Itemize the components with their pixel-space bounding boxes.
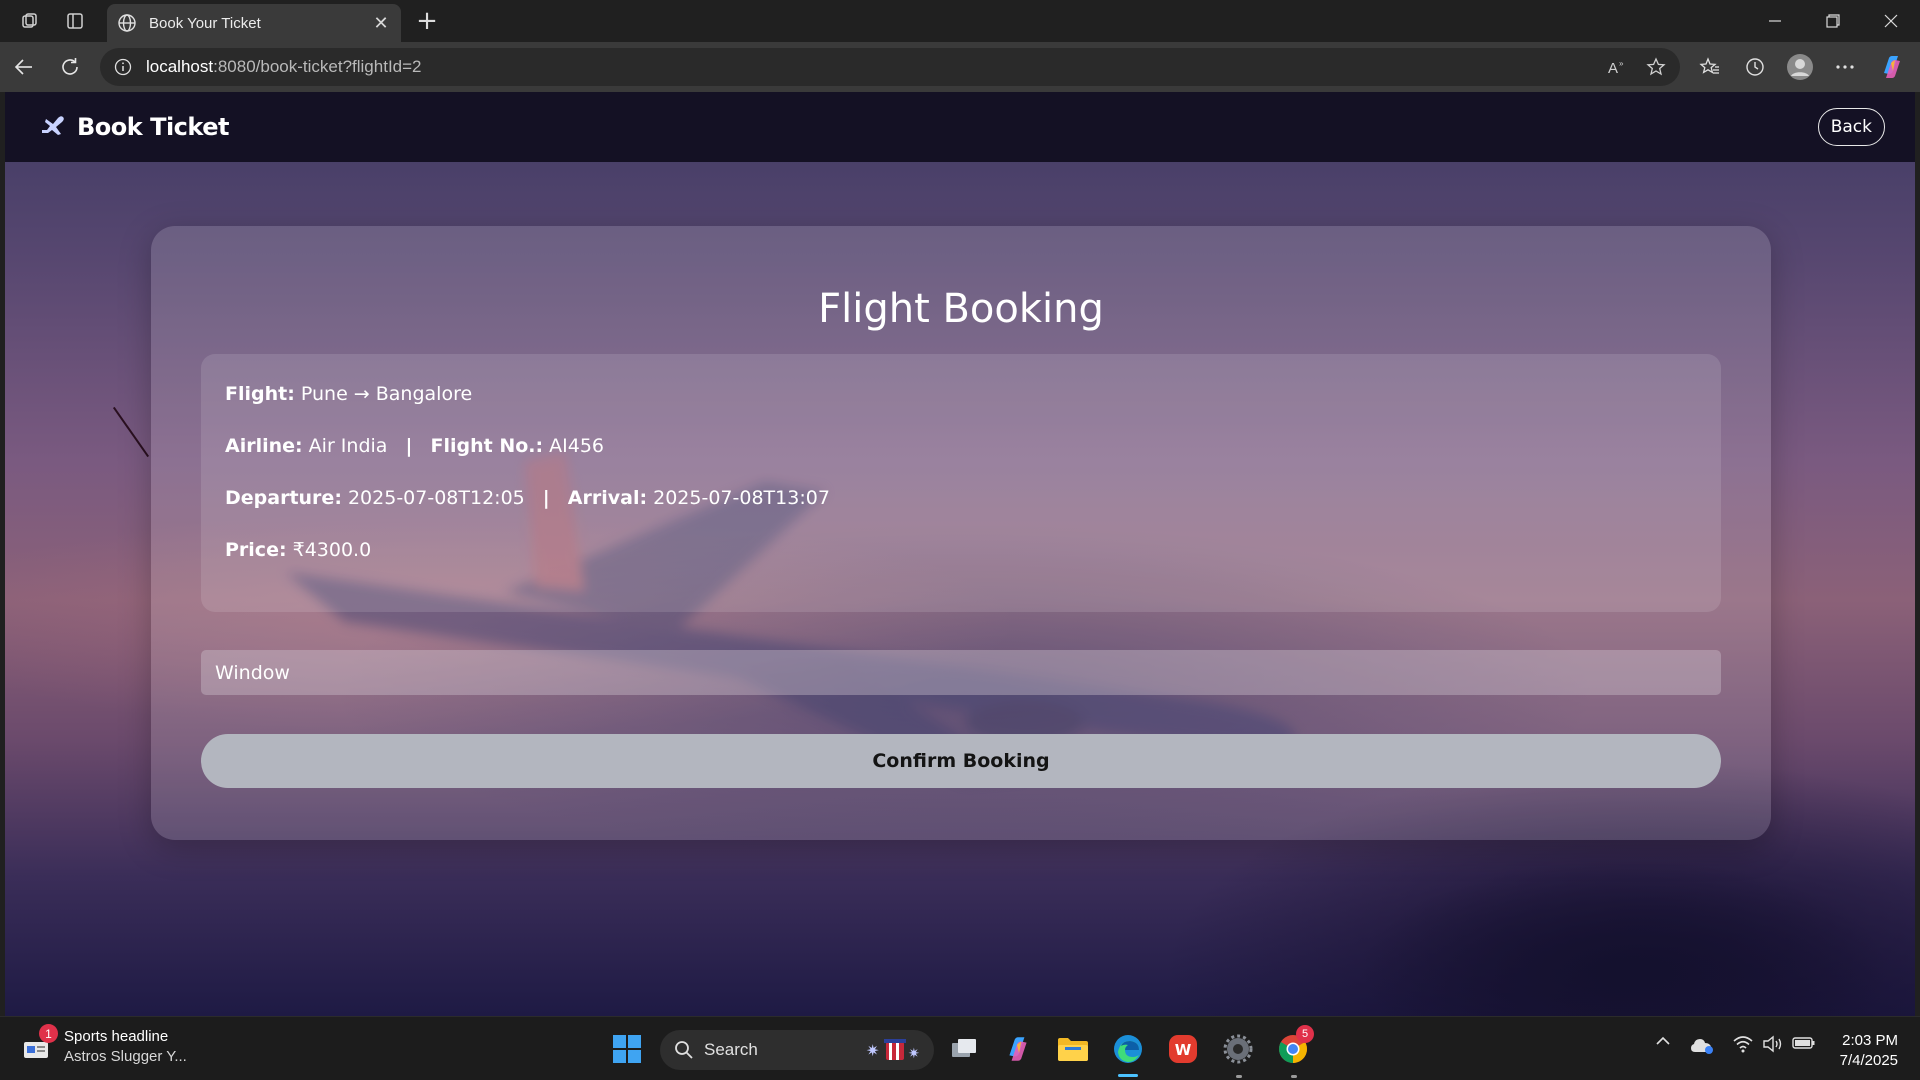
separator: |	[405, 435, 413, 457]
onedrive-cloud-icon[interactable]	[1690, 1037, 1714, 1055]
url-path: :8080/book-ticket?flightId=2	[213, 57, 422, 76]
tab-book-your-ticket[interactable]: Book Your Ticket ✕	[107, 4, 401, 42]
task-view-icon[interactable]	[944, 1029, 984, 1069]
file-explorer-icon[interactable]	[1053, 1029, 1093, 1069]
chrome-notification-badge: 5	[1296, 1025, 1314, 1043]
news-subtitle: Astros Slugger Y...	[64, 1048, 187, 1065]
tab-title: Book Your Ticket	[149, 14, 261, 32]
svg-text:✷: ✷	[908, 1046, 920, 1062]
flight-label: Flight:	[225, 383, 295, 405]
booking-card: Flight Booking Flight: Pune → Bangalore …	[151, 226, 1771, 840]
clock-time: 2:03 PM	[1842, 1032, 1898, 1049]
news-widget[interactable]: 1 Sports headline Astros Slugger Y...	[22, 1024, 187, 1067]
departure-label: Departure:	[225, 487, 342, 509]
search-highlight-icon: ✷ ✷	[866, 1039, 920, 1062]
vertical-tabs-icon[interactable]	[53, 0, 97, 42]
svg-text:»: »	[1619, 59, 1624, 68]
search-label: Search	[704, 1040, 758, 1059]
copilot-taskbar-icon[interactable]	[998, 1029, 1038, 1069]
clock-date: 7/4/2025	[1839, 1052, 1898, 1069]
close-window-icon[interactable]	[1862, 0, 1920, 42]
windows-start-icon[interactable]	[607, 1029, 647, 1069]
browser-tabbar: Book Your Ticket ✕ +	[0, 0, 1920, 42]
wifi-icon[interactable]	[1732, 1035, 1754, 1053]
edge-browser-icon[interactable]	[1108, 1029, 1148, 1069]
minimize-icon[interactable]	[1746, 0, 1804, 42]
chrome-browser-icon[interactable]: 5	[1273, 1025, 1314, 1069]
settings-gear-icon[interactable]	[1218, 1029, 1258, 1069]
brand-title: Book Ticket	[77, 113, 229, 141]
seat-preference-select[interactable]: Window	[201, 650, 1721, 695]
chrome-open-indicator	[1291, 1075, 1297, 1078]
arrival-value: 2025-07-08T13:07	[653, 487, 830, 509]
news-badge: 1	[39, 1024, 58, 1043]
flight-no-label: Flight No.:	[430, 435, 544, 457]
wps-office-icon[interactable]: W	[1163, 1029, 1203, 1069]
windows-taskbar: 1 Sports headline Astros Slugger Y... Se…	[0, 1016, 1920, 1080]
search-icon	[675, 1041, 693, 1059]
settings-open-indicator	[1236, 1075, 1242, 1078]
page-title: Flight Booking	[818, 286, 1104, 332]
app-navbar: Book Ticket Back	[5, 92, 1915, 162]
confirm-booking-button[interactable]: Confirm Booking	[201, 734, 1721, 788]
close-tab-icon[interactable]: ✕	[371, 13, 391, 34]
airline-label: Airline:	[225, 435, 303, 457]
price-line: Price: ₹4300.0	[225, 538, 1697, 590]
site-info-icon[interactable]	[112, 58, 134, 76]
brand[interactable]: Book Ticket	[39, 113, 229, 141]
url-host: localhost	[146, 57, 214, 76]
browser-toolbar: localhost:8080/book-ticket?flightId=2 A»	[0, 42, 1920, 92]
globe-icon	[117, 13, 137, 33]
svg-text:W: W	[1175, 1041, 1192, 1059]
battery-icon[interactable]	[1792, 1035, 1816, 1051]
flight-route-value: Pune → Bangalore	[300, 383, 473, 405]
system-clock[interactable]: 2:03 PM 7/4/2025	[1840, 1031, 1898, 1071]
more-options-icon[interactable]	[1825, 47, 1865, 87]
volume-icon[interactable]	[1762, 1035, 1784, 1053]
price-label: Price:	[225, 539, 287, 561]
restore-icon[interactable]	[1804, 0, 1862, 42]
airline-line: Airline: Air India | Flight No.: AI456	[225, 434, 1697, 486]
price-value: ₹4300.0	[292, 539, 372, 561]
flight-details-panel: Flight: Pune → Bangalore Airline: Air In…	[201, 354, 1721, 612]
show-hidden-icons-chevron-icon[interactable]	[1654, 1035, 1672, 1047]
news-widget-icon: 1	[22, 1024, 58, 1062]
favorite-star-icon[interactable]	[1638, 48, 1674, 86]
profile-avatar-icon[interactable]	[1780, 47, 1820, 87]
arrival-label: Arrival:	[567, 487, 648, 509]
back-button[interactable]: Back	[1817, 108, 1885, 146]
page-viewport: Book Ticket Back Flight Booking Flight: …	[5, 92, 1915, 1016]
history-icon[interactable]	[1735, 47, 1775, 87]
url-text: localhost:8080/book-ticket?flightId=2	[146, 57, 422, 77]
new-tab-button[interactable]: +	[412, 4, 442, 38]
background-wire	[112, 406, 150, 458]
svg-text:✷: ✷	[866, 1041, 879, 1060]
refresh-icon[interactable]	[50, 47, 90, 87]
address-bar[interactable]: localhost:8080/book-ticket?flightId=2 A»	[100, 48, 1680, 86]
separator: |	[542, 487, 550, 509]
read-aloud-icon[interactable]: A»	[1600, 48, 1636, 86]
departure-value: 2025-07-08T12:05	[347, 487, 525, 509]
edge-active-indicator	[1118, 1074, 1138, 1077]
airline-value: Air India	[308, 435, 388, 457]
news-title: Sports headline	[64, 1028, 169, 1045]
flight-no-value: AI456	[549, 435, 605, 457]
taskbar-search[interactable]: Search ✷ ✷	[660, 1030, 934, 1070]
schedule-line: Departure: 2025-07-08T12:05 | Arrival: 2…	[225, 486, 1697, 538]
workspaces-icon[interactable]	[8, 0, 52, 42]
copilot-icon[interactable]	[1872, 47, 1912, 87]
svg-text:A: A	[1608, 60, 1618, 76]
airplane-icon	[39, 113, 67, 141]
back-arrow-icon[interactable]	[4, 47, 44, 87]
flight-route-line: Flight: Pune → Bangalore	[225, 382, 1697, 434]
favorites-icon[interactable]	[1690, 47, 1730, 87]
